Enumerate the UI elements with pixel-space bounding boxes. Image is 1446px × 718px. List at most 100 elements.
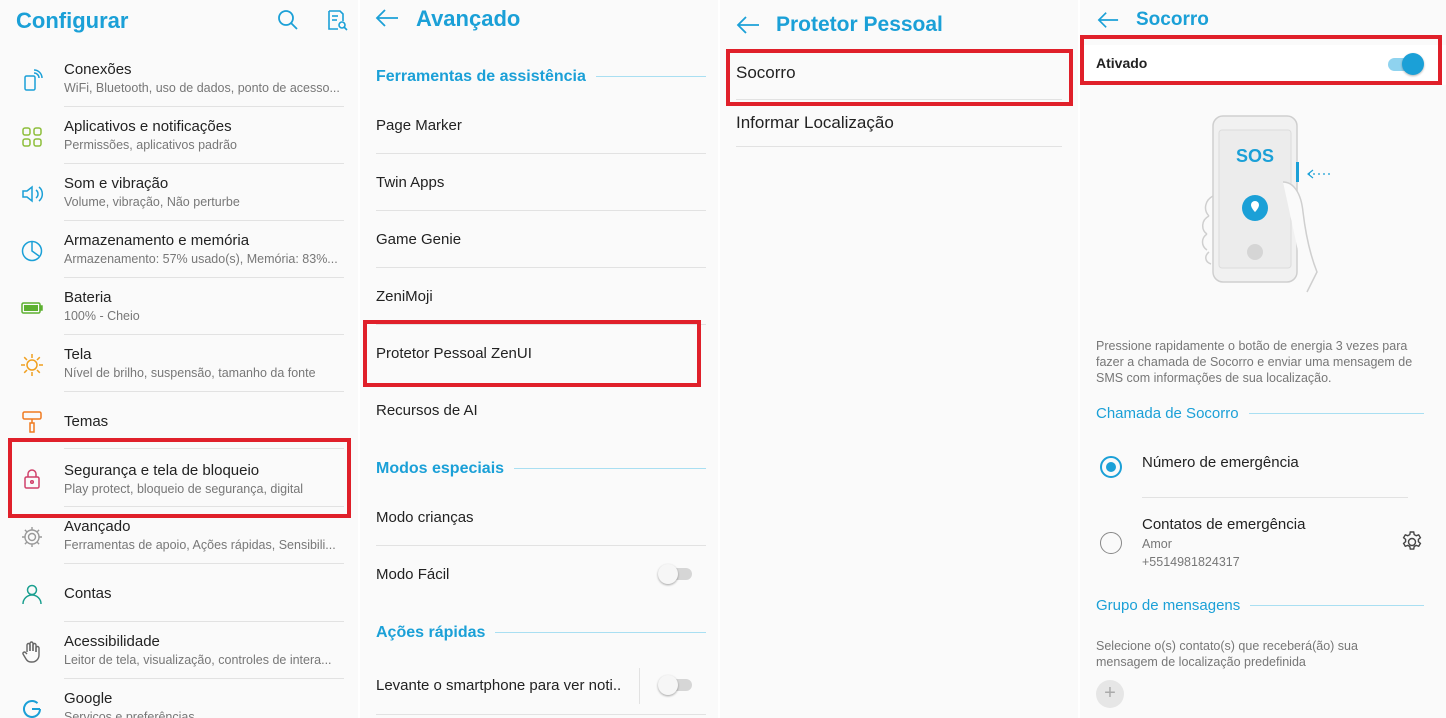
item-title: Tela	[64, 346, 92, 363]
group-description: Selecione o(s) contato(s) que receberá(ã…	[1096, 639, 1358, 669]
divider	[64, 621, 344, 622]
item-title: Armazenamento e memória	[64, 232, 250, 249]
menu-item-zenimoji[interactable]: ZeniMoji	[376, 288, 433, 305]
contact-name: Amor	[1142, 537, 1172, 551]
settings-item-advanced[interactable]: Avançado Ferramentas de apoio, Ações ráp…	[0, 513, 358, 569]
item-title: Google	[64, 690, 113, 707]
raise-to-view-toggle[interactable]	[658, 675, 694, 695]
item-subtitle: 100% - Cheio	[64, 309, 140, 323]
item-subtitle: Ferramentas de apoio, Ações rápidas, Sen…	[64, 538, 336, 552]
divider	[639, 668, 640, 704]
option-emergency-contacts[interactable]: Contatos de emergência Amor +55149818243…	[1080, 505, 1446, 575]
battery-icon	[20, 296, 44, 320]
option-label: Número de emergência	[1142, 454, 1299, 471]
divider	[64, 678, 344, 679]
item-title: Avançado	[64, 518, 131, 535]
radio-unselected-icon[interactable]	[1100, 532, 1122, 554]
page-title: Configurar	[16, 8, 129, 33]
divider	[376, 153, 706, 154]
sos-panel: Socorro Ativado SOS Pressione rapidament…	[1080, 0, 1446, 718]
divider	[376, 210, 706, 211]
radio-selected-icon[interactable]	[1100, 456, 1122, 478]
menu-item-ai-features[interactable]: Recursos de AI	[376, 402, 478, 419]
page-title: Socorro	[1136, 9, 1209, 30]
sos-text: SOS	[1235, 146, 1274, 166]
divider	[64, 391, 344, 392]
settings-item-connections[interactable]: Conexões WiFi, Bluetooth, uso de dados, …	[0, 56, 358, 112]
settings-gear-icon[interactable]	[1400, 530, 1424, 554]
back-arrow-icon[interactable]	[1096, 9, 1120, 31]
divider	[64, 277, 344, 278]
settings-item-display[interactable]: Tela Nível de brilho, suspensão, tamanho…	[0, 341, 358, 397]
item-title: Som e vibração	[64, 175, 169, 192]
themes-icon	[20, 410, 44, 434]
item-title: Aplicativos e notificações	[64, 118, 232, 135]
menu-item-easy-mode[interactable]: Modo Fácil	[376, 566, 449, 583]
advanced-panel: Avançado Ferramentas de assistência Page…	[360, 0, 718, 718]
divider	[1142, 497, 1408, 498]
connections-icon	[20, 68, 44, 92]
item-title: Contas	[64, 585, 112, 602]
divider	[736, 99, 1062, 100]
personal-protector-panel: Protetor Pessoal Socorro Informar Locali…	[720, 0, 1078, 718]
menu-item-kids-mode[interactable]: Modo crianças	[376, 509, 474, 526]
google-icon	[20, 697, 44, 718]
page-title: Protetor Pessoal	[776, 13, 943, 36]
divider	[64, 220, 344, 221]
highlight-box	[363, 320, 701, 387]
divider	[376, 267, 706, 268]
search-settings-icon[interactable]	[325, 8, 349, 32]
settings-item-storage[interactable]: Armazenamento e memória Armazenamento: 5…	[0, 227, 358, 283]
item-title: Bateria	[64, 289, 112, 306]
item-subtitle: Permissões, aplicativos padrão	[64, 138, 237, 152]
back-arrow-icon[interactable]	[374, 6, 400, 30]
item-subtitle: Leitor de tela, visualização, controles …	[64, 653, 332, 667]
settings-item-battery[interactable]: Bateria 100% - Cheio	[0, 284, 358, 340]
sos-description: Pressione rapidamente o botão de energia…	[1096, 339, 1413, 385]
option-label: Contatos de emergência	[1142, 516, 1306, 533]
sound-icon	[20, 182, 44, 206]
item-subtitle: Volume, vibração, Não perturbe	[64, 195, 240, 209]
highlight-box	[8, 438, 351, 518]
section-header: Modos especiais	[376, 460, 515, 478]
search-icon[interactable]	[276, 8, 300, 32]
item-subtitle: Nível de brilho, suspensão, tamanho da f…	[64, 366, 316, 380]
easy-mode-toggle[interactable]	[658, 564, 694, 584]
divider	[64, 163, 344, 164]
menu-item-game-genie[interactable]: Game Genie	[376, 231, 461, 248]
menu-item-report-location[interactable]: Informar Localização	[736, 113, 894, 133]
menu-item-raise-to-view[interactable]: Levante o smartphone para ver noti..	[376, 677, 621, 694]
settings-item-accessibility[interactable]: Acessibilidade Leitor de tela, visualiza…	[0, 628, 358, 684]
item-subtitle: Armazenamento: 57% usado(s), Memória: 83…	[64, 252, 338, 266]
divider	[64, 334, 344, 335]
section-header: Ações rápidas	[376, 624, 496, 642]
menu-item-page-marker[interactable]: Page Marker	[376, 117, 462, 134]
storage-icon	[20, 239, 44, 263]
divider	[64, 106, 344, 107]
display-icon	[20, 353, 44, 377]
back-arrow-icon[interactable]	[735, 13, 761, 37]
account-icon	[20, 582, 44, 606]
section-header: Ferramentas de assistência	[376, 68, 596, 86]
divider	[376, 545, 706, 546]
item-subtitle: Serviços e preferências	[64, 710, 195, 718]
settings-item-google[interactable]: Google Serviços e preferências	[0, 685, 358, 718]
settings-item-sound[interactable]: Som e vibração Volume, vibração, Não per…	[0, 170, 358, 226]
item-title: Conexões	[64, 61, 132, 78]
section-header: Chamada de Socorro	[1096, 405, 1249, 422]
menu-item-twin-apps[interactable]: Twin Apps	[376, 174, 444, 191]
item-title: Acessibilidade	[64, 633, 160, 650]
item-title: Temas	[64, 413, 109, 430]
highlight-box	[726, 49, 1073, 106]
option-emergency-number[interactable]: Número de emergência	[1080, 443, 1446, 497]
settings-panel: Configurar Conexões WiFi, Bluetooth, uso…	[0, 0, 358, 718]
settings-item-apps[interactable]: Aplicativos e notificações Permissões, a…	[0, 113, 358, 169]
advanced-gear-icon	[20, 525, 44, 549]
accessibility-hand-icon	[20, 640, 44, 664]
contact-phone: +5514981824317	[1142, 555, 1240, 569]
divider	[64, 563, 344, 564]
add-contact-button[interactable]: +	[1096, 680, 1124, 708]
settings-item-accounts[interactable]: Contas	[0, 570, 358, 620]
page-title: Avançado	[416, 6, 521, 31]
highlight-box	[1080, 35, 1442, 85]
